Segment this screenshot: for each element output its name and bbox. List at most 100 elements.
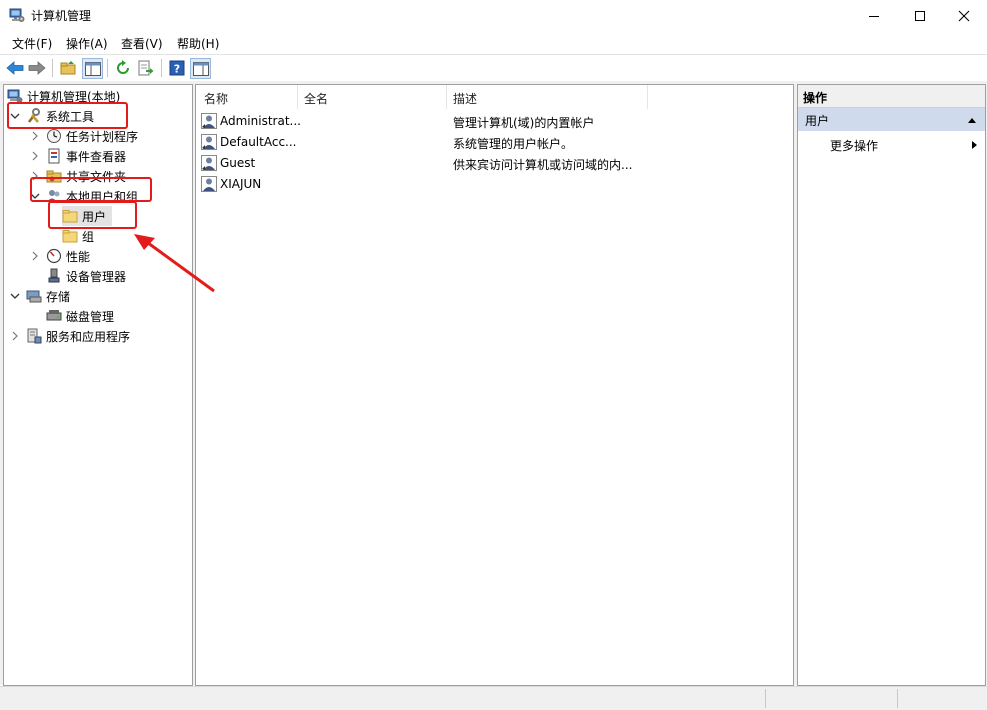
refresh-button[interactable] (113, 58, 133, 78)
up-level-button[interactable] (58, 58, 78, 78)
event-log-icon (48, 148, 60, 164)
minimize-icon (869, 15, 879, 17)
cell-name: Administrat... (220, 114, 301, 128)
action-pane-header: 操作 (798, 85, 985, 108)
refresh-icon (117, 60, 129, 74)
table-row[interactable]: DefaultAcc... 系统管理的用户帐户。 (200, 132, 760, 153)
column-header-name[interactable]: 名称 (204, 90, 228, 107)
console-tree[interactable]: 计算机管理(本地) 系统工具 任务计划程序 事件查看器 共享文件夹 本地用户和组… (3, 84, 193, 686)
export-list-button[interactable] (136, 58, 156, 78)
chevron-right-icon (32, 131, 38, 141)
column-divider[interactable] (446, 85, 447, 109)
maximize-button[interactable] (897, 0, 943, 31)
forward-arrow-icon (28, 61, 46, 75)
cell-description: 供来宾访问计算机或访问域的内... (453, 158, 633, 172)
action-section-users[interactable]: 用户 (798, 108, 985, 131)
tree-label: 组 (82, 229, 95, 244)
tree-item-disk-management[interactable]: 磁盘管理 (46, 306, 114, 326)
tree-item-storage[interactable]: 存储 (10, 286, 70, 306)
tree-item-services-apps[interactable]: 服务和应用程序 (10, 326, 130, 346)
toolbar: ? (0, 54, 987, 82)
column-header-fullname[interactable]: 全名 (304, 90, 328, 107)
close-button[interactable] (941, 0, 987, 31)
chevron-right-icon (32, 151, 38, 161)
status-divider (897, 689, 898, 708)
action-pane: 操作 用户 更多操作 (797, 84, 986, 686)
chevron-down-icon (10, 293, 20, 299)
tree-label: 任务计划程序 (66, 129, 139, 144)
tree-label: 事件查看器 (66, 149, 127, 164)
back-arrow-icon (6, 61, 24, 75)
action-pane-title: 操作 (803, 91, 828, 105)
table-row[interactable]: Guest 供来宾访问计算机或访问域的内... (200, 153, 760, 174)
help-icon: ? (169, 60, 185, 76)
storage-icon (26, 290, 42, 303)
close-icon (958, 10, 970, 21)
menu-file[interactable]: 文件(F) (12, 35, 52, 52)
disk-icon (46, 310, 62, 321)
chevron-right-icon (32, 251, 38, 261)
computer-management-icon (9, 8, 25, 22)
cell-name: Guest (220, 156, 256, 170)
annotation-arrow-icon (134, 234, 215, 293)
minimize-button[interactable] (851, 0, 897, 31)
action-section-label: 用户 (805, 114, 830, 128)
console-tree-icon (84, 61, 101, 76)
tree-item-device-manager[interactable]: 设备管理器 (46, 266, 126, 286)
action-pane-icon (192, 61, 209, 76)
services-icon (27, 328, 42, 344)
column-divider[interactable] (297, 85, 298, 109)
maximize-icon (915, 10, 925, 21)
toolbar-separator (52, 59, 53, 77)
table-row[interactable]: Administrat... 管理计算机(域)的内置帐户 (200, 111, 760, 132)
menu-action[interactable]: 操作(A) (66, 35, 108, 52)
cell-name: XIAJUN (220, 177, 262, 191)
toolbar-separator (161, 59, 162, 77)
back-button[interactable] (5, 58, 25, 78)
user-icon (201, 155, 217, 171)
user-icon (201, 176, 217, 192)
table-row[interactable]: XIAJUN (200, 174, 760, 195)
collapse-up-icon (968, 118, 976, 123)
chevron-right-icon (12, 331, 18, 341)
folder-up-icon (60, 61, 76, 75)
user-icon (201, 113, 217, 129)
tree-label: 服务和应用程序 (46, 329, 131, 344)
list-header: 名称 全名 描述 (196, 85, 793, 109)
tree-label: 磁盘管理 (66, 309, 115, 324)
highlight-local-users-groups (30, 177, 152, 202)
forward-button[interactable] (27, 58, 47, 78)
tree-label: 设备管理器 (66, 269, 127, 284)
highlight-system-tools (7, 102, 128, 129)
window-title: 计算机管理 (31, 9, 92, 23)
highlight-users (48, 201, 137, 229)
tree-item-event-viewer[interactable]: 事件查看器 (30, 146, 126, 166)
clock-icon (47, 129, 61, 143)
user-icon (201, 134, 217, 150)
folder-icon (62, 230, 78, 243)
column-header-description[interactable]: 描述 (453, 90, 477, 107)
show-hide-action-pane-button[interactable] (190, 58, 211, 79)
cell-description: 管理计算机(域)的内置帐户 (453, 116, 595, 130)
show-hide-tree-button[interactable] (82, 58, 103, 79)
status-divider (765, 689, 766, 708)
menu-view[interactable]: 查看(V) (121, 35, 163, 52)
tree-item-task-scheduler[interactable]: 任务计划程序 (30, 126, 138, 146)
performance-gauge-icon (46, 248, 62, 264)
svg-text:?: ? (174, 63, 180, 76)
cell-description: 系统管理的用户帐户。 (453, 137, 574, 151)
tree-item-performance[interactable]: 性能 (30, 246, 90, 266)
user-list-view[interactable]: 名称 全名 描述 Administrat... 管理计算机(域)的内置帐户 De… (195, 84, 794, 686)
tree-label: 性能 (66, 249, 91, 264)
status-bar (0, 686, 987, 710)
title-bar: 计算机管理 (0, 0, 987, 31)
tree-item-groups[interactable]: 组 (62, 226, 94, 246)
menu-bar: 文件(F) 操作(A) 查看(V) 帮助(H) (0, 31, 987, 53)
column-divider[interactable] (647, 85, 648, 109)
help-button[interactable]: ? (167, 58, 187, 78)
menu-help[interactable]: 帮助(H) (177, 35, 219, 52)
more-actions-label: 更多操作 (830, 139, 879, 153)
more-actions-item[interactable]: 更多操作 (798, 133, 985, 155)
submenu-arrow-icon (972, 141, 977, 149)
export-icon (138, 60, 154, 76)
